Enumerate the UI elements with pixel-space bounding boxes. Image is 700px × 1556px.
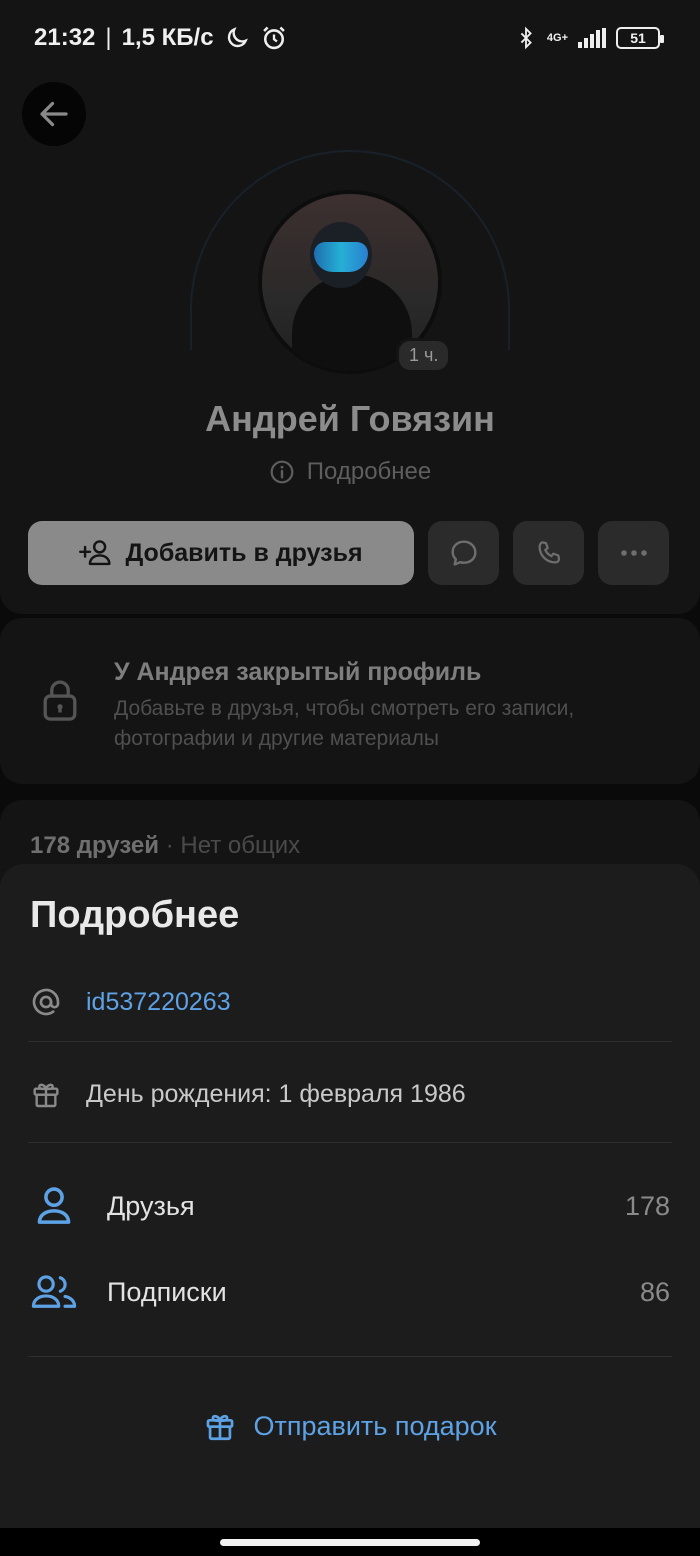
more-horizontal-icon — [620, 550, 647, 556]
birthday-text: День рождения: 1 февраля 1986 — [86, 1079, 466, 1108]
status-speed: 1,5 КБ/с — [121, 24, 214, 51]
friends-count: 178 друзей — [30, 832, 160, 859]
closed-profile-text: Добавьте в друзья, чтобы смотреть его за… — [114, 697, 575, 750]
add-friend-label: Добавить в друзья — [125, 538, 363, 567]
birthday-row: День рождения: 1 февраля 1986 — [0, 1064, 700, 1124]
battery-icon: 51 — [616, 27, 664, 49]
details-sheet: Подробнее id537220263 День рождения: 1 ф… — [0, 864, 700, 1528]
subscriptions-stat-row[interactable]: Подписки 86 — [0, 1262, 700, 1322]
closed-profile-card: У Андрея закрытый профиль Добавьте в дру… — [0, 618, 700, 784]
arrow-left-icon — [40, 101, 68, 127]
gift-icon — [207, 1414, 234, 1441]
lock-icon — [43, 680, 77, 721]
add-friend-button[interactable]: Добавить в друзья — [28, 521, 414, 585]
back-button[interactable] — [22, 82, 86, 146]
status-right: 4G+ 51 — [515, 25, 664, 51]
status-separator: | — [105, 24, 112, 51]
bluetooth-icon — [520, 26, 532, 50]
at-sign-icon — [32, 988, 60, 1016]
user-icon — [37, 1187, 71, 1224]
network-type: 4G+ — [546, 31, 568, 44]
profile-id[interactable]: id537220263 — [86, 988, 231, 1017]
avatar-visor — [314, 242, 368, 272]
status-bar: 21:32 | 1,5 КБ/с 4G+ 51 — [0, 0, 700, 76]
phone-icon — [538, 541, 560, 564]
friends-summary: 178 друзей · Нет общих — [30, 832, 300, 860]
subscriptions-stat-label: Подписки — [107, 1276, 227, 1307]
screen: 21:32 | 1,5 КБ/с 4G+ 51 1 ч. Андрей Говя… — [0, 0, 700, 1556]
info-icon — [270, 460, 294, 484]
friends-stat-value: 178 — [624, 1190, 670, 1221]
signal-icon — [578, 28, 606, 48]
divider — [28, 1142, 672, 1143]
sheet-title: Подробнее — [30, 894, 240, 936]
friends-stat-label: Друзья — [107, 1190, 195, 1221]
profile-actions: Добавить в друзья — [28, 521, 669, 585]
status-time: 21:32 — [34, 24, 96, 51]
profile-card: 1 ч. Андрей Говязин Подробнее Добавить в… — [0, 0, 700, 614]
more-info-link[interactable]: Подробнее — [0, 458, 700, 486]
alarm-icon — [262, 26, 285, 50]
message-icon — [450, 540, 477, 566]
profile-name: Андрей Говязин — [205, 398, 495, 439]
closed-profile-title: У Андрея закрытый профиль — [114, 658, 482, 686]
more-info-label: Подробнее — [306, 458, 432, 485]
call-button[interactable] — [513, 521, 584, 585]
users-icon — [31, 1275, 77, 1308]
subscriptions-stat-value: 86 — [639, 1276, 670, 1307]
send-gift-label: Отправить подарок — [253, 1410, 497, 1441]
profile-id-row[interactable]: id537220263 — [0, 972, 700, 1032]
divider — [28, 1041, 672, 1042]
home-indicator[interactable] — [220, 1539, 480, 1546]
friends-stat-row[interactable]: Друзья 178 — [0, 1176, 700, 1236]
gift-icon — [33, 1083, 59, 1108]
friends-common: · Нет общих — [165, 832, 301, 859]
more-options-button[interactable] — [598, 521, 669, 585]
add-user-icon — [79, 540, 112, 566]
divider — [28, 1356, 672, 1357]
status-left: 21:32 | 1,5 КБ/с — [34, 24, 288, 52]
send-gift-button[interactable]: Отправить подарок — [0, 1394, 700, 1458]
message-button[interactable] — [428, 521, 499, 585]
moon-icon — [227, 27, 248, 48]
online-time-badge: 1 ч. — [396, 338, 452, 373]
battery-level: 51 — [630, 30, 646, 46]
